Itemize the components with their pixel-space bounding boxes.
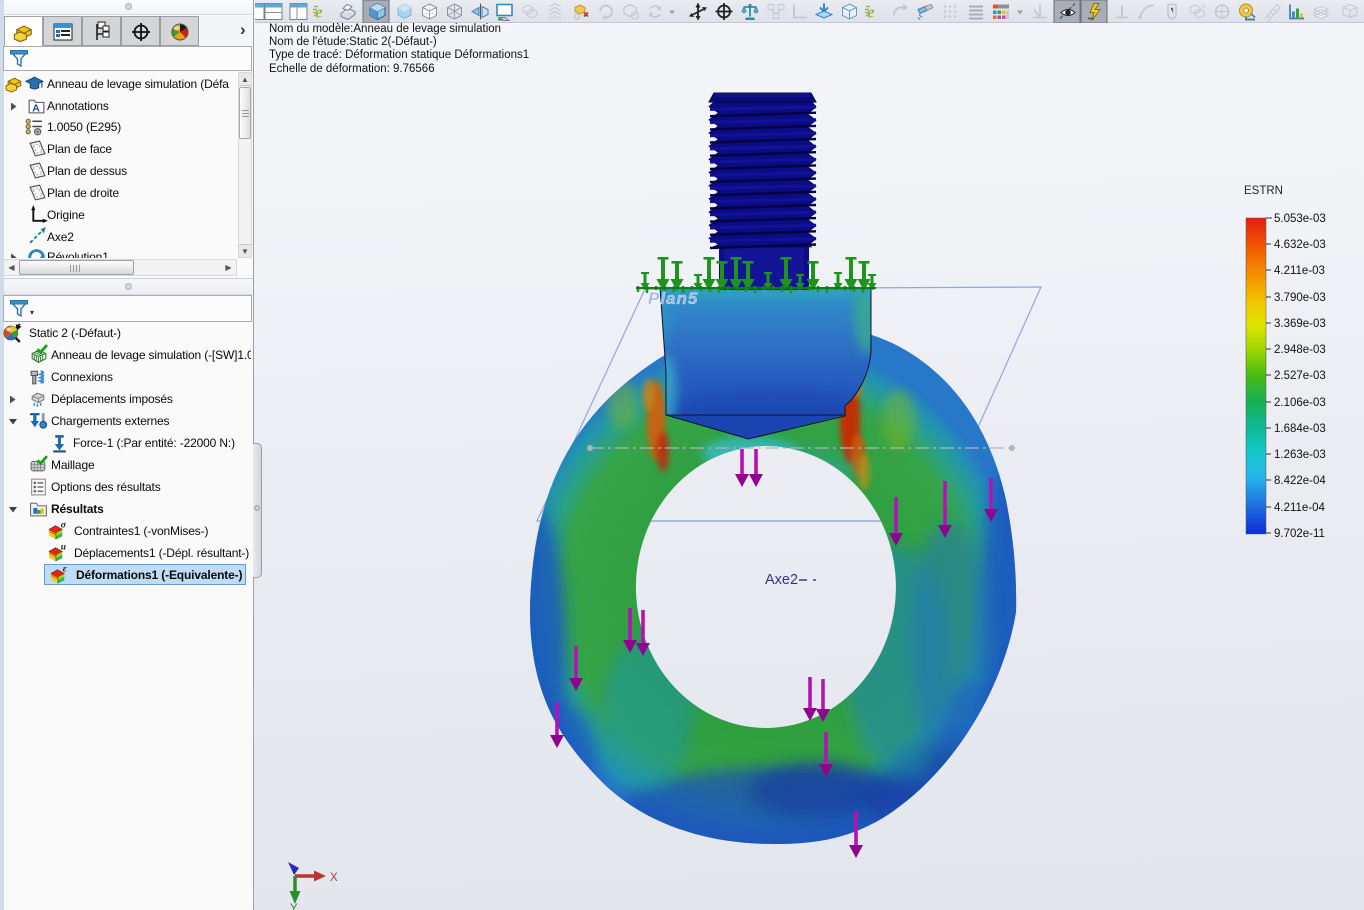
svg-text:1.263e-03: 1.263e-03: [1274, 449, 1326, 461]
svg-text:σ: σ: [61, 520, 67, 530]
svg-text:2.527e-03: 2.527e-03: [1274, 370, 1326, 382]
svg-text:u: u: [61, 542, 66, 552]
svg-text:Axe2: Axe2: [765, 572, 798, 588]
svg-text:A: A: [32, 102, 40, 114]
svg-text:4.211e-03: 4.211e-03: [1274, 265, 1325, 277]
svg-text:4.211e-04: 4.211e-04: [1274, 502, 1326, 514]
svg-text:ε: ε: [63, 564, 67, 574]
svg-text:9.702e-11: 9.702e-11: [1274, 528, 1325, 540]
svg-text:1.684e-03: 1.684e-03: [1274, 423, 1326, 435]
svg-text:3.369e-03: 3.369e-03: [1274, 318, 1326, 330]
svg-text:5.053e-03: 5.053e-03: [1274, 213, 1326, 225]
svg-text:4.632e-03: 4.632e-03: [1274, 239, 1326, 251]
svg-text:2.948e-03: 2.948e-03: [1274, 344, 1326, 356]
svg-text:8.422e-04: 8.422e-04: [1274, 475, 1326, 487]
svg-text:3.790e-03: 3.790e-03: [1274, 292, 1326, 304]
svg-text:X: X: [330, 872, 338, 884]
svg-text:Y: Y: [290, 903, 298, 910]
svg-text:ESTRN: ESTRN: [1244, 185, 1283, 197]
svg-text:2.106e-03: 2.106e-03: [1274, 397, 1326, 409]
